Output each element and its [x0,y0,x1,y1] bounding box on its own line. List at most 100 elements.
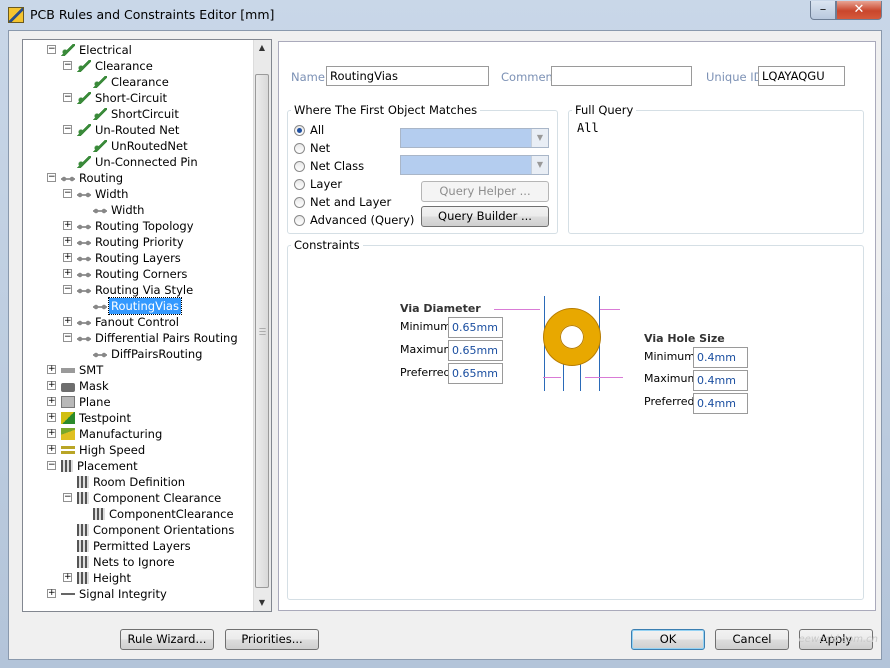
radio-icon[interactable] [294,161,305,172]
collapse-icon[interactable]: − [63,125,72,134]
expand-icon[interactable]: + [63,269,72,278]
rule-wizard-button[interactable]: Rule Wizard... [120,629,214,650]
collapse-icon[interactable]: − [63,493,72,502]
tree-node[interactable]: Room Definition [77,474,187,490]
radio-icon[interactable] [294,125,305,136]
tree-node[interactable]: + Signal Integrity [47,586,169,602]
tree-node[interactable]: − Width [63,186,130,202]
tree-node[interactable]: Permitted Layers [77,538,193,554]
scroll-down-arrow-icon[interactable]: ▼ [254,595,270,611]
collapse-icon[interactable]: − [47,461,56,470]
title-bar[interactable]: PCB Rules and Constraints Editor [mm] – … [0,0,890,30]
tree-node[interactable]: + Fanout Control [63,314,181,330]
expand-icon[interactable]: + [63,573,72,582]
tree-node[interactable]: ComponentClearance [93,506,236,522]
match-option-radio[interactable]: Layer [294,176,342,192]
tree-node[interactable]: Component Orientations [77,522,236,538]
tree-node[interactable]: + Height [63,570,133,586]
tree-node[interactable]: − Un-Routed Net [63,122,181,138]
expand-icon[interactable]: + [47,365,56,374]
tree-node[interactable]: Clearance [93,74,171,90]
cancel-button[interactable]: Cancel [715,629,789,650]
via-hole-min-input[interactable]: 0.4mm [693,347,748,368]
expand-icon[interactable]: + [47,429,56,438]
scroll-up-arrow-icon[interactable]: ▲ [254,40,270,56]
query-helper-button[interactable]: Query Helper ... [421,181,549,202]
collapse-icon[interactable]: − [47,45,56,54]
radio-icon[interactable] [294,215,305,226]
routing-icon [77,268,91,280]
tree-node[interactable]: + Routing Priority [63,234,186,250]
chevron-down-icon[interactable]: ▼ [531,129,548,147]
collapse-icon[interactable]: − [63,333,72,342]
tree-node[interactable]: + Routing Layers [63,250,183,266]
net-class-combo[interactable]: ▼ [400,155,549,175]
expand-icon[interactable]: + [47,589,56,598]
tree-node[interactable]: + High Speed [47,442,147,458]
scroll-thumb[interactable]: — — — [255,74,269,588]
chevron-down-icon[interactable]: ▼ [531,156,548,174]
tree-node[interactable]: + Mask [47,378,111,394]
tree-node[interactable]: − Clearance [63,58,155,74]
expand-icon[interactable]: + [47,381,56,390]
tree-scrollbar[interactable]: ▲ — — — ▼ [253,40,271,611]
full-query-text[interactable]: All [577,121,599,135]
tree-node[interactable]: − Component Clearance [63,490,223,506]
expand-icon[interactable]: + [63,253,72,262]
tree-node[interactable]: − Routing Via Style [63,282,195,298]
tree-node[interactable]: + Routing Corners [63,266,189,282]
unique-id-input[interactable]: LQAYAQGU [758,66,845,86]
expand-icon[interactable]: + [47,413,56,422]
match-option-radio[interactable]: All [294,122,324,138]
manufacturing-icon [61,428,75,440]
watermark: eeworld.com.cn [798,634,878,645]
tree-node[interactable]: − Placement [47,458,140,474]
rules-tree[interactable]: ▲ — — — ▼ − Electrical − Clearance Clearance − S… [22,39,272,612]
name-input[interactable]: RoutingVias [326,66,489,86]
expand-icon[interactable]: + [47,445,56,454]
collapse-icon[interactable]: − [47,173,56,182]
via-hole-pref-input[interactable]: 0.4mm [693,393,748,414]
tree-node[interactable]: − Routing [47,170,125,186]
expand-icon[interactable]: + [63,237,72,246]
tree-node-label: DiffPairsRouting [111,347,203,361]
tree-node[interactable]: + Routing Topology [63,218,196,234]
full-query-title: Full Query [572,104,637,117]
radio-icon[interactable] [294,143,305,154]
comment-input[interactable] [551,66,692,86]
expand-icon[interactable]: + [63,221,72,230]
tree-node[interactable]: Nets to Ignore [77,554,177,570]
match-option-radio[interactable]: Net Class [294,158,364,174]
tree-node[interactable]: Width [93,202,146,218]
match-option-radio[interactable]: Advanced (Query) [294,212,414,228]
minimize-button[interactable]: – [810,1,836,20]
tree-node[interactable]: − Differential Pairs Routing [63,330,240,346]
collapse-icon[interactable]: − [63,285,72,294]
collapse-icon[interactable]: − [63,93,72,102]
collapse-icon[interactable]: − [63,189,72,198]
tree-node[interactable]: + Manufacturing [47,426,164,442]
tree-node[interactable]: UnRoutedNet [93,138,190,154]
collapse-icon[interactable]: − [63,61,72,70]
query-builder-button[interactable]: Query Builder ... [421,206,549,227]
match-option-radio[interactable]: Net [294,140,330,156]
net-combo[interactable]: ▼ [400,128,549,148]
radio-icon[interactable] [294,197,305,208]
via-hole-max-input[interactable]: 0.4mm [693,370,748,391]
match-option-radio[interactable]: Net and Layer [294,194,391,210]
tree-node[interactable]: − Short-Circuit [63,90,169,106]
tree-node[interactable]: RoutingVias [93,297,182,315]
expand-icon[interactable]: + [63,317,72,326]
close-button[interactable]: ✕ [836,1,882,20]
tree-node[interactable]: − Electrical [47,42,134,58]
tree-node[interactable]: + Testpoint [47,410,133,426]
tree-node[interactable]: ShortCircuit [93,106,181,122]
tree-node[interactable]: DiffPairsRouting [93,346,204,362]
tree-node[interactable]: + Plane [47,394,113,410]
priorities-button[interactable]: Priorities... [225,629,319,650]
tree-node[interactable]: Un-Connected Pin [77,154,200,170]
radio-icon[interactable] [294,179,305,190]
ok-button[interactable]: OK [631,629,705,650]
expand-icon[interactable]: + [47,397,56,406]
tree-node[interactable]: + SMT [47,362,105,378]
